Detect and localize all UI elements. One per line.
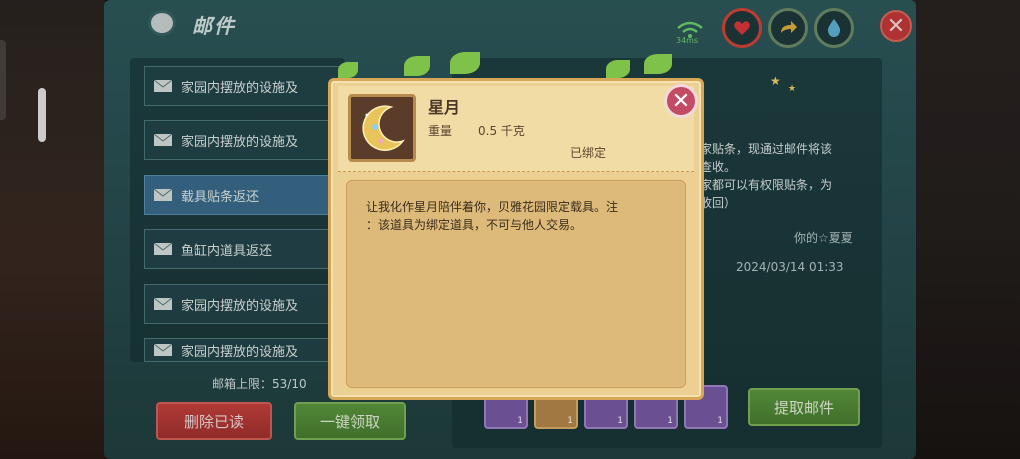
leaf-decoration xyxy=(606,60,630,78)
leaf-decoration xyxy=(450,52,480,74)
weight-label: 重量 xyxy=(428,124,453,138)
close-icon: ✕ xyxy=(671,88,691,114)
leaf-decoration xyxy=(404,56,430,76)
weight-value: 0.5 千克 xyxy=(478,124,525,138)
description-line: ：该道具为绑定道具，不可与他人交易。 xyxy=(366,218,583,232)
description-line: 让我化作星月陪伴着你，贝雅花园限定载具。注 xyxy=(366,200,619,214)
item-description: 让我化作星月陪伴着你，贝雅花园限定载具。注 ：该道具为绑定道具，不可与他人交易。 xyxy=(366,198,676,234)
bound-status: 已绑定 xyxy=(570,146,607,160)
item-name: 星月 xyxy=(428,98,461,117)
leaf-decoration xyxy=(644,54,672,74)
close-popup-button[interactable]: ✕ xyxy=(664,84,698,118)
moon-item-graphic xyxy=(362,105,406,151)
leaf-decoration xyxy=(338,62,358,78)
moon-item-icon xyxy=(348,94,416,162)
